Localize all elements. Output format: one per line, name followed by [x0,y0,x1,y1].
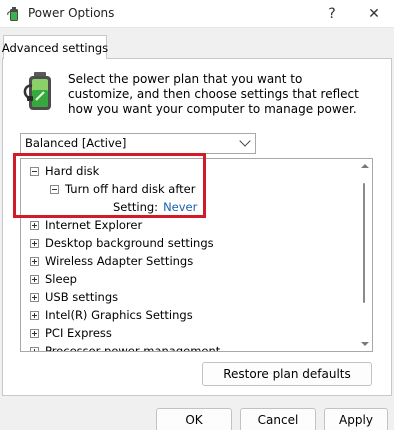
tree-item-label: Desktop background settings [45,236,214,250]
tree-setting-row: Setting: Never [113,198,197,216]
tree-item-label: Processor power management [45,344,221,352]
battery-plug-icon [22,70,60,114]
tab-advanced-settings[interactable]: Advanced settings [2,35,108,59]
tree-item-turn-off-hard-disk-after[interactable]: Turn off hard disk after [50,180,195,198]
settings-tree[interactable]: Hard disk Turn off hard disk after Setti… [20,158,373,352]
title-bar: Power Options ? ✕ [0,0,394,28]
collapse-icon[interactable] [50,184,59,194]
tree-item-label: Turn off hard disk after [65,182,196,196]
tree-item-processor-power[interactable]: Processor power management [30,342,221,352]
tree-item-wireless-adapter[interactable]: Wireless Adapter Settings [30,252,193,270]
setting-label: Setting: [113,200,159,214]
expand-icon[interactable] [30,328,39,338]
tree-item-desktop-background[interactable]: Desktop background settings [30,234,214,252]
tree-item-label: Hard disk [45,164,100,178]
tree-scrollbar[interactable] [358,159,372,351]
power-plan-select[interactable]: Balanced [Active] [20,133,256,154]
power-plan-select-value: Balanced [Active] [25,136,127,150]
close-button[interactable]: ✕ [354,0,394,28]
expand-icon[interactable] [30,292,39,302]
tree-item-pci-express[interactable]: PCI Express [30,324,112,342]
scroll-thumb[interactable] [363,183,365,303]
help-button[interactable]: ? [312,0,352,28]
expand-icon[interactable] [30,256,39,266]
expand-icon[interactable] [30,310,39,320]
tree-item-label: Intel(R) Graphics Settings [45,308,193,322]
chevron-down-icon [239,135,251,147]
expand-icon[interactable] [30,274,39,284]
expand-icon[interactable] [30,238,39,248]
tree-item-label: Internet Explorer [45,218,143,232]
tree-item-usb-settings[interactable]: USB settings [30,288,118,306]
tree-item-intel-graphics[interactable]: Intel(R) Graphics Settings [30,306,193,324]
scroll-up-arrow-icon[interactable] [361,164,369,168]
cancel-button[interactable]: Cancel [240,408,316,430]
scroll-down-arrow-icon[interactable] [361,342,369,346]
expand-icon[interactable] [30,346,39,351]
tree-item-label: Sleep [45,272,77,286]
tree-item-label: Wireless Adapter Settings [45,254,194,268]
tree-item-hard-disk[interactable]: Hard disk [30,162,99,180]
restore-plan-defaults-button[interactable]: Restore plan defaults [202,362,372,386]
tree-item-internet-explorer[interactable]: Internet Explorer [30,216,142,234]
apply-button[interactable]: Apply [324,408,388,430]
intro-text: Select the power plan that you want to c… [68,72,359,116]
tree-item-sleep[interactable]: Sleep [30,270,77,288]
tree-item-label: USB settings [45,290,119,304]
ok-button[interactable]: OK [156,408,232,430]
setting-value-link[interactable]: Never [163,200,197,214]
collapse-icon[interactable] [30,166,39,176]
window-title: Power Options [28,6,115,20]
expand-icon[interactable] [30,220,39,230]
power-options-icon [6,6,22,22]
tree-item-label: PCI Express [45,326,112,340]
